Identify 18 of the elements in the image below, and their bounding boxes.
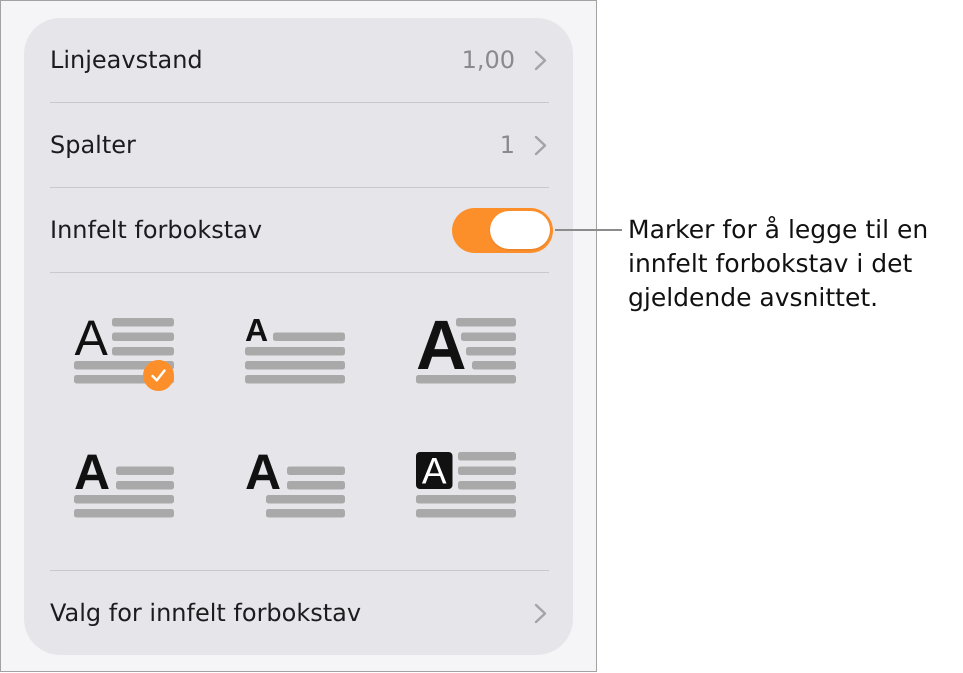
row-label: Spalter — [50, 131, 137, 159]
chevron-icon[interactable] — [534, 134, 547, 156]
row-label: Valg for innfelt forbokstav — [50, 599, 362, 627]
checkmark-icon — [143, 360, 174, 390]
row-value: 1 — [500, 131, 515, 159]
drop-cap-style-option[interactable]: A — [416, 452, 516, 518]
row-value: 1,00 — [462, 46, 515, 74]
row-label: Linjeavstand — [50, 46, 204, 74]
drop-cap-style-option[interactable]: A — [74, 452, 174, 518]
row-label: Innfelt forbokstav — [50, 216, 264, 244]
drop-cap-style-option[interactable]: A — [245, 452, 345, 518]
drop-cap-style-option[interactable]: A — [416, 318, 516, 384]
leader-line — [555, 229, 622, 231]
drop-cap-style-option[interactable]: A — [245, 318, 345, 384]
toggle-switch[interactable] — [452, 208, 553, 252]
chevron-icon[interactable] — [534, 602, 547, 624]
chevron-icon[interactable] — [534, 50, 547, 70]
callout-text: Marker for å legge til en innfelt forbokstav i det gjeldende avsnittet. — [628, 214, 930, 314]
